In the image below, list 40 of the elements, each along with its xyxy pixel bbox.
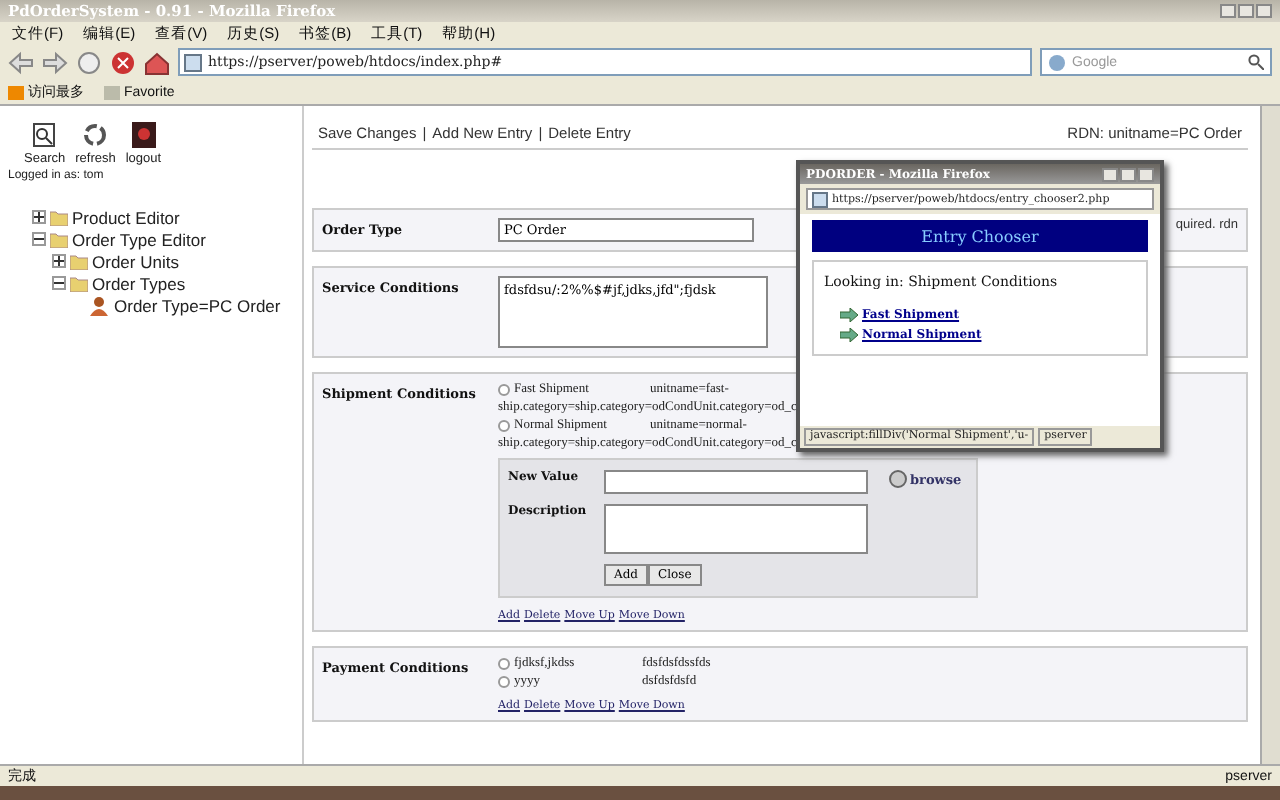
expand-icon[interactable]	[32, 210, 46, 224]
radio-button[interactable]	[498, 383, 510, 395]
page-icon	[184, 53, 202, 71]
search-icon[interactable]	[1248, 54, 1264, 70]
minimize-button[interactable]	[1102, 167, 1118, 181]
forward-icon[interactable]	[42, 49, 68, 75]
text-area[interactable]	[604, 504, 868, 554]
radio-button[interactable]	[498, 657, 510, 669]
tree-item[interactable]: Order Types	[92, 273, 186, 293]
input-field[interactable]	[604, 470, 868, 494]
tree-item[interactable]: Order Type=PC Order	[114, 295, 281, 315]
open-folder-icon	[70, 275, 88, 291]
home-icon[interactable]	[144, 49, 170, 75]
page-icon	[812, 191, 828, 207]
radio-button[interactable]	[498, 419, 510, 431]
refresh-icon	[82, 122, 109, 148]
scrollbar[interactable]	[1260, 106, 1280, 764]
maximize-button[interactable]	[1238, 4, 1254, 18]
stop-icon[interactable]	[110, 49, 136, 75]
close-button[interactable]	[1256, 4, 1272, 18]
collapse-icon[interactable]	[52, 276, 66, 290]
back-icon[interactable]	[8, 49, 34, 75]
radio-button[interactable]	[498, 675, 510, 687]
search-engine-icon	[1048, 53, 1066, 71]
rss-icon	[8, 85, 24, 99]
minimize-button[interactable]	[1220, 4, 1236, 18]
tree-item[interactable]: Product Editor	[72, 207, 180, 227]
expand-icon[interactable]	[52, 254, 66, 268]
banner: Entry Chooser	[812, 220, 1148, 252]
tree-item[interactable]: Order Type Editor	[72, 229, 206, 249]
folder-icon	[70, 253, 88, 269]
folder-icon	[50, 209, 68, 225]
tree-item[interactable]: Order Units	[92, 251, 179, 271]
close-button[interactable]	[1138, 167, 1154, 181]
maximize-button[interactable]	[1120, 167, 1136, 181]
open-folder-icon	[50, 231, 68, 247]
search-icon	[32, 122, 57, 148]
folder-icon	[104, 85, 120, 99]
collapse-icon[interactable]	[32, 232, 46, 246]
logout-icon	[131, 122, 156, 148]
